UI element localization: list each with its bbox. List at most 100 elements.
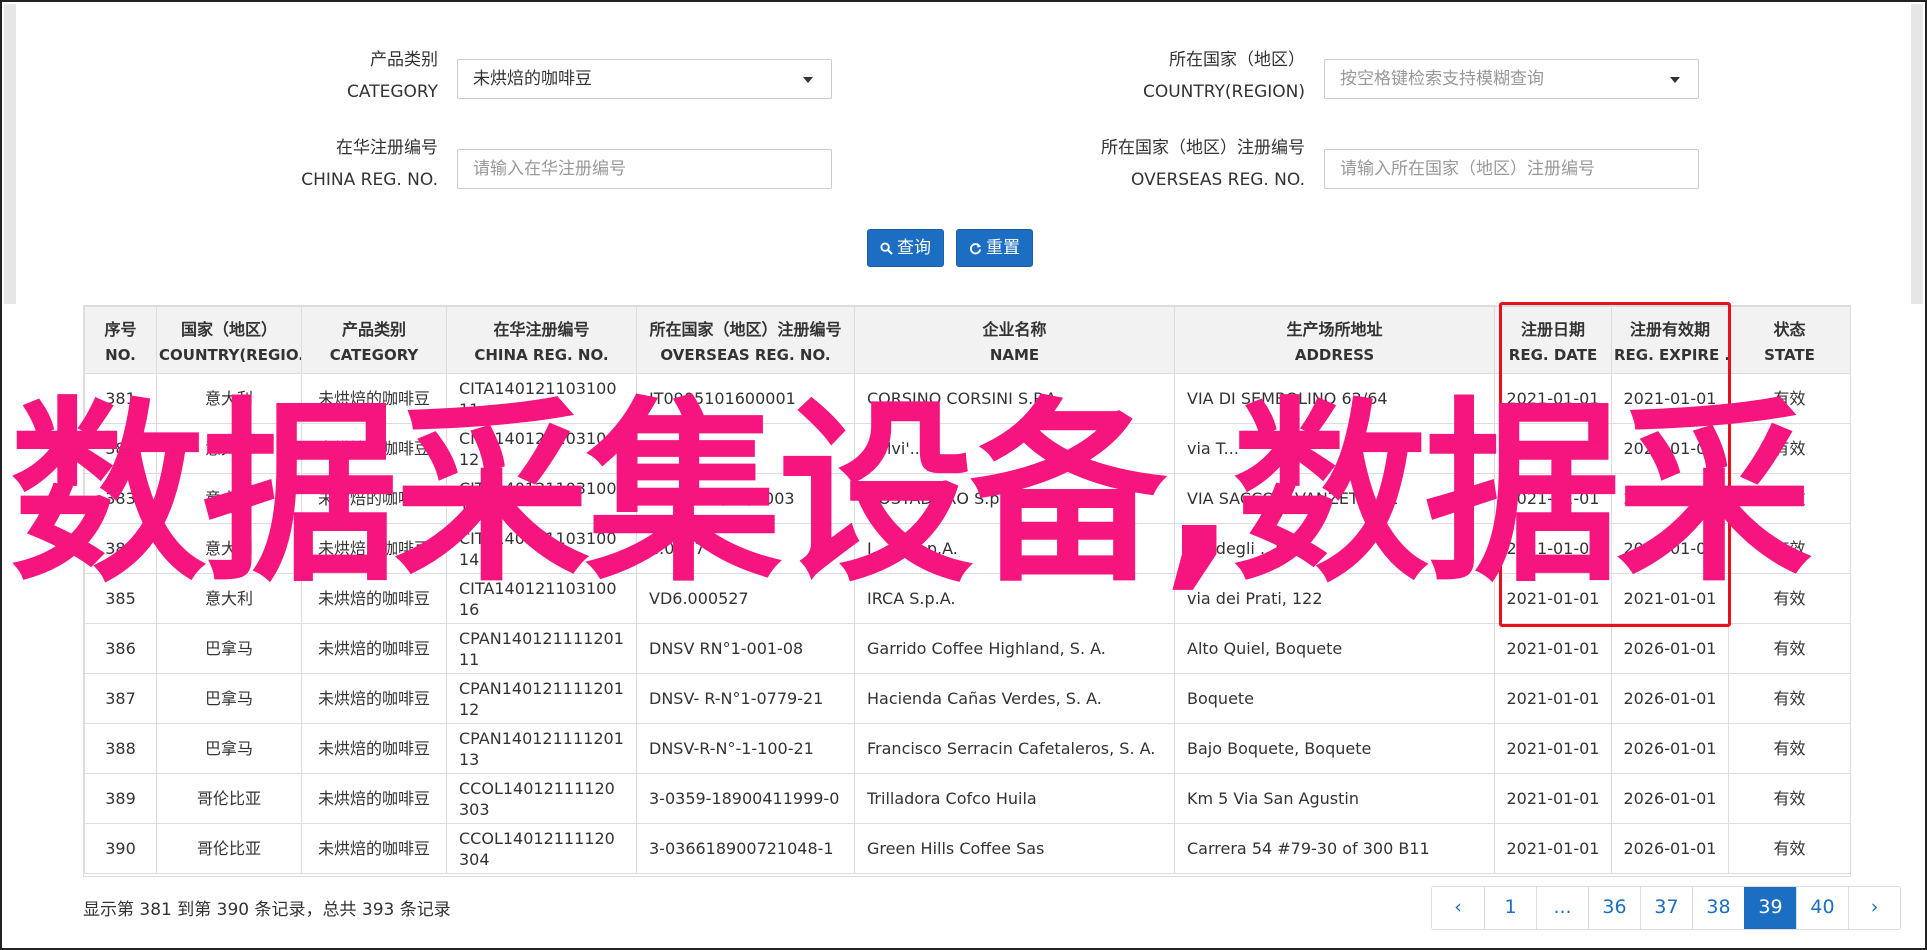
column-header-en: OVERSEAS REG. NO. (660, 346, 831, 364)
cell-name: Green Hills Coffee Sas (854, 823, 1175, 874)
cell-expire: 2026-01-01 (1611, 773, 1729, 824)
cell-category: 未烘焙的咖啡豆 (301, 723, 447, 774)
cell-category: 未烘焙的咖啡豆 (301, 773, 447, 824)
cell-no: 387 (84, 673, 157, 724)
column-header[interactable]: 所在国家（地区）注册编号 OVERSEAS REG. NO. (636, 306, 855, 374)
left-scroll-strip (4, 4, 16, 304)
cell-overseas-reg: DNSV-R-N°-1-100-21 (636, 723, 855, 774)
overseas-reg-label: 所在国家（地区）注册编号 OVERSEAS REG. NO. (1062, 132, 1305, 196)
cell-state: 有效 (1728, 723, 1851, 774)
category-label-cn: 产品类别 (370, 50, 438, 70)
category-label: 产品类别 CATEGORY (282, 44, 438, 108)
column-header[interactable]: 在华注册编号 CHINA REG. NO. (446, 306, 637, 374)
cell-expire: 2026-01-01 (1611, 623, 1729, 674)
cell-name: Trilladora Cofco Huila (854, 773, 1175, 824)
cell-address: Km 5 Via San Agustin (1174, 773, 1495, 824)
cell-state: 有效 (1728, 823, 1851, 874)
cell-overseas-reg: 3-036618900721048-1 (636, 823, 855, 874)
cell-expire: 2026-01-01 (1611, 723, 1729, 774)
country-select[interactable]: 按空格键检索支持模糊查询 (1324, 59, 1699, 99)
column-header[interactable]: 生产场所地址 ADDRESS (1174, 306, 1495, 374)
column-header-cn: 所在国家（地区）注册编号 (649, 320, 842, 339)
china-reg-input[interactable]: 请输入在华注册编号 (457, 149, 832, 189)
search-button-label: 查询 (897, 238, 931, 258)
cell-expire: 2026-01-01 (1611, 823, 1729, 874)
china-reg-label: 在华注册编号 CHINA REG. NO. (282, 132, 438, 196)
watermark-overlay: 数据采集设备,数据采 (10, 381, 1812, 609)
pagination-prev-button[interactable]: ‹ (1432, 887, 1484, 929)
cell-country: 哥伦比亚 (156, 823, 302, 874)
cell-no: 390 (84, 823, 157, 874)
overseas-reg-placeholder: 请输入所在国家（地区）注册编号 (1340, 159, 1595, 179)
column-header[interactable]: 企业名称 NAME (854, 306, 1175, 374)
column-header-en: COUNTRY(REGIO... (159, 346, 302, 364)
cell-reg-date: 2021-01-01 (1494, 823, 1612, 874)
table-row[interactable]: 390 哥伦比亚 未烘焙的咖啡豆 CCOL14012111120304 3-036618… (84, 823, 1851, 874)
pagination-page-39[interactable]: 39 (1744, 887, 1796, 929)
cell-category: 未烘焙的咖啡豆 (301, 623, 447, 674)
table-row[interactable]: 388 巴拿马 未烘焙的咖啡豆 CPAN14012111120113 DNSV-R-N°… (84, 723, 1851, 774)
table-row[interactable]: 389 哥伦比亚 未烘焙的咖啡豆 CCOL14012111120303 3-0359-1… (84, 773, 1851, 824)
country-label-en: COUNTRY(REGION) (1142, 82, 1305, 102)
column-header-en: NO. (105, 346, 136, 364)
cell-state: 有效 (1728, 673, 1851, 724)
pagination-page-40[interactable]: 40 (1796, 887, 1848, 929)
country-select-placeholder: 按空格键检索支持模糊查询 (1340, 69, 1544, 89)
cell-state: 有效 (1728, 623, 1851, 674)
search-icon (880, 241, 893, 255)
cell-china-reg: CPAN14012111120113 (446, 723, 637, 774)
cell-no: 386 (84, 623, 157, 674)
column-header-cn: 状态 (1773, 320, 1806, 339)
overseas-reg-label-en: OVERSEAS REG. NO. (1131, 170, 1305, 190)
cell-no: 388 (84, 723, 157, 774)
column-header[interactable]: 国家（地区） COUNTRY(REGIO... (156, 306, 302, 374)
column-header-cn: 国家（地区） (180, 320, 277, 339)
category-label-en: CATEGORY (347, 82, 438, 102)
pagination-next-button[interactable]: › (1848, 887, 1900, 929)
search-button[interactable]: 查询 (867, 229, 944, 267)
pagination-page-37[interactable]: 37 (1640, 887, 1692, 929)
pagination-page-ellipsis[interactable]: ... (1536, 887, 1588, 929)
cell-china-reg: CPAN14012111120111 (446, 623, 637, 674)
cell-china-reg: CPAN14012111120112 (446, 673, 637, 724)
record-summary: 显示第 381 到第 390 条记录，总共 393 条记录 (83, 900, 451, 920)
cell-china-reg: CCOL14012111120303 (446, 773, 637, 824)
cell-address: Bajo Boquete, Boquete (1174, 723, 1495, 774)
cell-state: 有效 (1728, 773, 1851, 824)
table-row[interactable]: 386 巴拿马 未烘焙的咖啡豆 CPAN14012111120111 DNSV RN°1… (84, 623, 1851, 674)
reset-button-label: 重置 (986, 238, 1020, 258)
china-reg-placeholder: 请输入在华注册编号 (473, 159, 626, 179)
table-row[interactable]: 387 巴拿马 未烘焙的咖啡豆 CPAN14012111120112 DNSV- R-N… (84, 673, 1851, 724)
refresh-icon (969, 242, 982, 254)
cell-reg-date: 2021-01-01 (1494, 773, 1612, 824)
category-select[interactable]: 未烘焙的咖啡豆 (457, 59, 832, 99)
cell-address: Alto Quiel, Boquete (1174, 623, 1495, 674)
china-reg-label-en: CHINA REG. NO. (301, 170, 438, 190)
pagination-page-38[interactable]: 38 (1692, 887, 1744, 929)
right-scroll-strip (1911, 4, 1923, 304)
column-header[interactable]: 状态 STATE (1728, 306, 1851, 374)
cell-category: 未烘焙的咖啡豆 (301, 823, 447, 874)
country-label-cn: 所在国家（地区） (1169, 50, 1305, 70)
pagination: ‹ 1... 36 37 38 39 40 › (1431, 886, 1901, 930)
reset-button[interactable]: 重置 (956, 229, 1033, 267)
column-header-cn: 企业名称 (982, 320, 1047, 339)
chevron-down-icon (803, 77, 813, 83)
cell-name: Francisco Serracin Cafetaleros, S. A. (854, 723, 1175, 774)
cell-country: 巴拿马 (156, 623, 302, 674)
column-header-cn: 在华注册编号 (493, 320, 590, 339)
column-header-en: NAME (989, 346, 1040, 364)
cell-overseas-reg: DNSV RN°1-001-08 (636, 623, 855, 674)
cell-overseas-reg: 3-0359-18900411999-0 (636, 773, 855, 824)
column-header-en: STATE (1764, 346, 1815, 364)
pagination-page-1[interactable]: 1 (1484, 887, 1536, 929)
pagination-page-36[interactable]: 36 (1588, 887, 1640, 929)
column-header[interactable]: 产品类别 CATEGORY (301, 306, 447, 374)
column-header-en: ADDRESS (1294, 346, 1375, 364)
column-header[interactable]: 序号 NO. (84, 306, 157, 374)
column-header-cn: 生产场所地址 (1286, 320, 1383, 339)
overseas-reg-input[interactable]: 请输入所在国家（地区）注册编号 (1324, 149, 1699, 189)
cell-reg-date: 2021-01-01 (1494, 723, 1612, 774)
cell-reg-date: 2021-01-01 (1494, 673, 1612, 724)
cell-address: Boquete (1174, 673, 1495, 724)
